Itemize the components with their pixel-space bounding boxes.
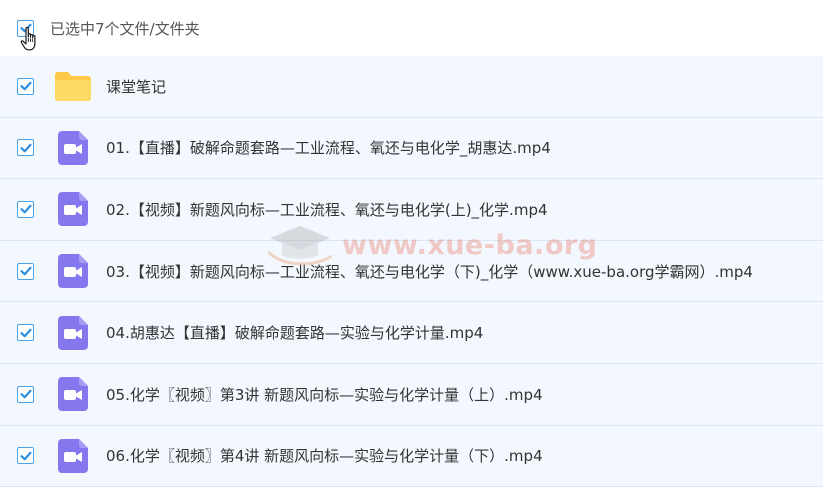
file-type-icon	[54, 438, 92, 473]
video-file-icon	[58, 254, 88, 289]
checkmark-icon	[19, 266, 32, 276]
file-name[interactable]: 06.化学〖视频〗第4讲 新题风向标—实验与化学计量（下）.mp4	[106, 445, 543, 466]
file-type-icon	[54, 254, 92, 289]
file-name[interactable]: 01.【直播】破解命题套路—工业流程、氧还与电化学_胡惠达.mp4	[106, 137, 551, 158]
file-row[interactable]: 06.化学〖视频〗第4讲 新题风向标—实验与化学计量（下）.mp4	[0, 425, 823, 487]
row-checkbox[interactable]	[17, 447, 34, 465]
video-file-icon	[58, 438, 88, 473]
video-file-icon	[58, 315, 88, 350]
folder-icon	[55, 72, 91, 102]
file-row[interactable]: 02.【视频】新题风向标—工业流程、氧还与电化学(上)_化学.mp4	[0, 179, 823, 241]
row-checkbox[interactable]	[17, 385, 34, 403]
checkmark-icon	[19, 81, 32, 91]
row-checkbox[interactable]	[17, 200, 34, 218]
file-type-icon	[54, 130, 92, 165]
video-file-icon	[58, 130, 88, 165]
file-row[interactable]: 05.化学〖视频〗第3讲 新题风向标—实验与化学计量（上）.mp4	[0, 363, 823, 426]
file-type-icon	[54, 70, 92, 102]
row-checkbox[interactable]	[17, 324, 34, 342]
video-file-icon	[58, 377, 88, 412]
folder-row[interactable]: 课堂笔记	[0, 56, 823, 118]
row-checkbox[interactable]	[17, 262, 34, 280]
video-file-icon	[58, 192, 88, 227]
file-type-icon	[54, 377, 92, 412]
file-list: 课堂笔记 01.【直播】破解命题套路—工业流程、氧还与电化学_胡惠达.mp4 02.…	[0, 56, 823, 487]
checkmark-icon	[19, 328, 32, 337]
file-type-icon	[54, 192, 92, 227]
file-type-icon	[54, 315, 92, 350]
checkmark-icon	[19, 451, 32, 461]
file-row[interactable]: 04.胡惠达【直播】破解命题套路—实验与化学计量.mp4	[0, 302, 823, 364]
selection-header: 已选中7个文件/文件夹	[0, 0, 823, 56]
file-name[interactable]: 03.【视频】新题风向标—工业流程、氧还与电化学（下)_化学（www.xue-b…	[106, 261, 753, 282]
file-name[interactable]: 课堂笔记	[106, 76, 166, 97]
row-checkbox[interactable]	[17, 77, 34, 95]
selection-count-label: 已选中7个文件/文件夹	[50, 19, 200, 38]
row-checkbox[interactable]	[17, 139, 34, 157]
checkmark-icon	[19, 143, 32, 153]
file-name[interactable]: 04.胡惠达【直播】破解命题套路—实验与化学计量.mp4	[106, 322, 483, 343]
hand-pointer-icon	[20, 26, 36, 51]
file-name[interactable]: 02.【视频】新题风向标—工业流程、氧还与电化学(上)_化学.mp4	[106, 199, 548, 220]
file-name[interactable]: 05.化学〖视频〗第3讲 新题风向标—实验与化学计量（上）.mp4	[106, 384, 543, 405]
checkmark-icon	[19, 389, 32, 399]
file-row[interactable]: 03.【视频】新题风向标—工业流程、氧还与电化学（下)_化学（www.xue-b…	[0, 240, 823, 303]
file-row[interactable]: 01.【直播】破解命题套路—工业流程、氧还与电化学_胡惠达.mp4	[0, 117, 823, 180]
checkmark-icon	[19, 205, 32, 214]
